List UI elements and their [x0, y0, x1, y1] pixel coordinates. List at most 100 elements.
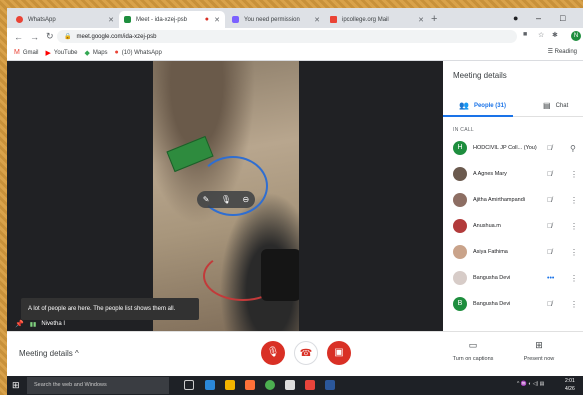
task-view-icon[interactable]	[184, 380, 194, 390]
participant-row[interactable]: H HODCIVIL JP Coll... (You) 🎙̸ ⚲	[443, 135, 583, 161]
tab-title: WhatsApp	[28, 16, 56, 23]
captions-label: Turn on captions	[452, 356, 494, 362]
firefox-icon[interactable]	[245, 380, 255, 390]
camera-off-icon: ▣	[334, 347, 344, 358]
participant-row[interactable]: Asiya Fathima 🎙̸ ⋮	[443, 239, 583, 265]
speaking-indicator-icon: •••	[547, 274, 555, 282]
avatar	[453, 245, 467, 259]
system-tray[interactable]: ^ ♒ ◐ ◁) ▤	[517, 381, 544, 387]
tab-permission[interactable]: You need permission ✕	[227, 11, 325, 28]
leave-call-button[interactable]: ☎	[294, 341, 318, 365]
tab-chat[interactable]: ▤ Chat	[543, 101, 568, 110]
bookmark-maps[interactable]: ◆ Maps	[84, 49, 107, 57]
tab-whatsapp[interactable]: WhatsApp ✕	[11, 11, 119, 28]
camera-off-button[interactable]: ▣	[327, 341, 351, 365]
account-icon[interactable]: ●	[513, 13, 518, 23]
taskbar-search[interactable]: Search the web and Windows	[27, 377, 169, 394]
meeting-details-label: Meeting details	[19, 349, 73, 358]
more-options-icon[interactable]: ⋮	[570, 248, 578, 257]
audio-level-icon: ▮▮	[29, 321, 37, 328]
bookmark-whatsapp[interactable]: ● (10) WhatsApp	[115, 49, 162, 56]
gmail-icon: M	[14, 49, 20, 56]
store-icon[interactable]	[285, 380, 295, 390]
close-tab-icon[interactable]: ✕	[418, 16, 424, 24]
browser-window: WhatsApp ✕ Meet - ida-xzej-psb ● ✕ You n…	[7, 8, 583, 376]
minimize-icon[interactable]: –	[536, 13, 541, 23]
pin-icon[interactable]: ✎	[203, 195, 210, 204]
panel-title: Meeting details	[453, 71, 507, 80]
participant-row[interactable]: B Bangusha Devi 🎙̸ ⋮	[443, 291, 583, 317]
forward-icon[interactable]: →	[30, 32, 39, 42]
captions-button[interactable]: ▭ Turn on captions	[443, 340, 503, 362]
close-tab-icon[interactable]: ✕	[214, 16, 220, 24]
new-tab-icon[interactable]: +	[431, 13, 437, 25]
mic-off-icon: 🎙̸	[547, 170, 553, 178]
mic-off-icon: 🎙̸	[547, 222, 553, 230]
word-icon[interactable]	[325, 380, 335, 390]
pin-icon[interactable]: 📌	[15, 320, 24, 328]
meeting-details-panel: Meeting details 👥 People (31) ▤ Chat IN …	[443, 61, 583, 331]
windows-start-icon[interactable]: ⊞	[12, 380, 20, 391]
maps-icon: ◆	[84, 49, 90, 57]
mic-off-icon: 🎙̸	[547, 196, 553, 204]
self-name: Nivetha I	[41, 321, 66, 327]
mic-off-icon: 🎙̸	[547, 248, 553, 256]
mute-participant-icon[interactable]: 🎙	[221, 195, 231, 204]
people-icon: 👥	[459, 101, 469, 110]
chevron-up-icon: ^	[75, 349, 79, 358]
more-options-icon[interactable]: ⋮	[570, 170, 578, 179]
tab-mail[interactable]: ipcollege.org Mail ✕	[325, 11, 429, 28]
presenter-video[interactable]: ✎ 🎙 ⊖	[153, 61, 299, 331]
more-options-icon[interactable]: ⋮	[570, 196, 578, 205]
tab-people[interactable]: 👥 People (31)	[459, 101, 506, 110]
back-icon[interactable]: ←	[14, 32, 23, 42]
close-tab-icon[interactable]: ✕	[108, 16, 114, 24]
extensions-icon[interactable]: ✱	[552, 31, 558, 39]
tab-title: ipcollege.org Mail	[342, 16, 389, 23]
camera-icon[interactable]: ■	[523, 31, 527, 38]
participant-row[interactable]: Anushua.m 🎙̸ ⋮	[443, 213, 583, 239]
mic-off-icon: 🎙̸	[547, 144, 553, 152]
present-now-button[interactable]: ⊞ Present now	[509, 340, 569, 362]
bookmark-youtube[interactable]: ▶ YouTube	[46, 49, 78, 57]
participant-name: Ajitha Amirthampandi	[473, 197, 525, 203]
active-tab-indicator	[443, 115, 513, 117]
participant-row[interactable]: Bangusha Devi ••• ⋮	[443, 265, 583, 291]
present-label: Present now	[523, 356, 555, 362]
avatar	[453, 219, 467, 233]
mic-off-icon: 🎙̸	[547, 300, 553, 308]
bookmark-label: Gmail	[22, 49, 39, 56]
close-tab-icon[interactable]: ✕	[314, 16, 320, 24]
office-icon[interactable]	[305, 380, 315, 390]
participant-name: A Agnes Mary	[473, 171, 507, 177]
tab-strip: WhatsApp ✕ Meet - ida-xzej-psb ● ✕ You n…	[7, 8, 583, 28]
tab-meet[interactable]: Meet - ida-xzej-psb ● ✕	[119, 11, 225, 28]
participant-row[interactable]: A Agnes Mary 🎙̸ ⋮	[443, 161, 583, 187]
self-tile-label: 📌 ▮▮ Nivetha I	[15, 320, 65, 328]
bookmark-gmail[interactable]: M Gmail	[14, 49, 39, 56]
taskbar-clock[interactable]: 2:01 4/26	[565, 377, 575, 393]
toolbar: ← → ↻ 🔒 meet.google.com/ida-xzej-psb ■ ☆…	[7, 28, 583, 45]
star-icon[interactable]: ☆	[538, 31, 544, 39]
chat-icon: ▤	[543, 101, 551, 110]
file-explorer-icon[interactable]	[225, 380, 235, 390]
windows-taskbar: ⊞ Search the web and Windows ^ ♒ ◐ ◁) ▤ …	[7, 376, 583, 395]
reading-list[interactable]: ☰ Reading	[548, 48, 577, 55]
chrome-icon[interactable]	[265, 380, 275, 390]
remove-icon[interactable]: ⊖	[243, 195, 250, 204]
more-options-icon[interactable]: ⋮	[570, 300, 578, 309]
profile-avatar[interactable]: N	[571, 31, 581, 41]
tab-title: Meet - ida-xzej-psb	[136, 16, 188, 23]
pin-icon[interactable]: ⚲	[570, 144, 576, 153]
reload-icon[interactable]: ↻	[46, 31, 54, 42]
edge-icon[interactable]	[205, 380, 215, 390]
maximize-icon[interactable]: □	[560, 13, 565, 23]
address-bar[interactable]: 🔒 meet.google.com/ida-xzej-psb	[57, 30, 517, 43]
people-toast: A lot of people are here. The people lis…	[21, 298, 199, 320]
meeting-details-toggle[interactable]: Meeting details ^	[19, 349, 79, 358]
more-options-icon[interactable]: ⋮	[570, 274, 578, 283]
mic-off-button[interactable]: 🎙	[261, 341, 285, 365]
recording-dot-icon: ●	[204, 16, 209, 23]
participant-row[interactable]: Ajitha Amirthampandi 🎙̸ ⋮	[443, 187, 583, 213]
more-options-icon[interactable]: ⋮	[570, 222, 578, 231]
